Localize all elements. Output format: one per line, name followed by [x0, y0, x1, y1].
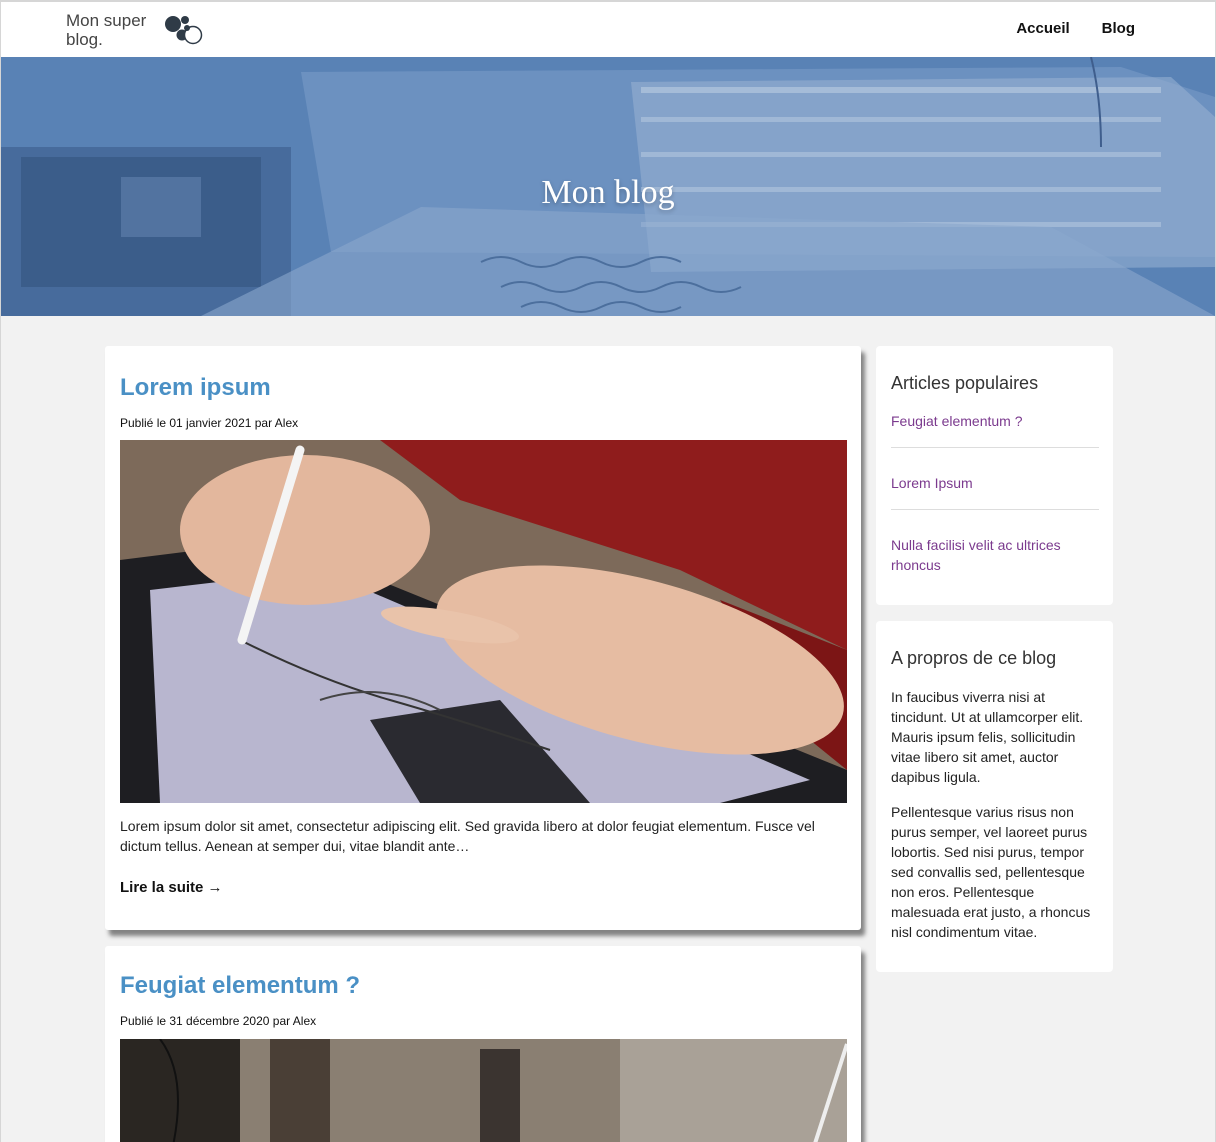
post-title[interactable]: Lorem ipsum [120, 374, 298, 402]
post-image[interactable] [120, 440, 847, 803]
popular-article-link[interactable]: Nulla facilisi velit ac ultrices rhoncus [891, 535, 1099, 575]
browser-page: Mon super blog. Accueil Blog Mon blog Lo… [0, 0, 1216, 1142]
about-widget: A propros de ce blog In faucibus viverra… [876, 621, 1113, 972]
post-meta: Publié le 01 janvier 2021 par Alex [120, 416, 299, 430]
nav-link-accueil[interactable]: Accueil [1016, 20, 1069, 37]
post-excerpt: Lorem ipsum dolor sit amet, consectetur … [120, 818, 815, 854]
about-paragraph: Pellentesque varius risus non purus semp… [891, 804, 1091, 940]
post-card: Feugiat elementum ? Publié le 31 décembr… [105, 946, 861, 1142]
site-logo[interactable]: Mon super blog. [66, 10, 210, 50]
post-meta: Publié le 31 décembre 2020 par Alex [120, 1014, 317, 1028]
divider [891, 447, 1099, 448]
main-nav: Accueil Blog [1016, 20, 1135, 37]
nav-link-blog[interactable]: Blog [1102, 20, 1135, 37]
read-more-link[interactable]: Lire la suite → [120, 879, 223, 896]
popular-article-link[interactable]: Feugiat elementum ? [891, 411, 1099, 431]
popular-articles-widget: Articles populaires Feugiat elementum ? … [876, 346, 1113, 605]
post-title[interactable]: Feugiat elementum ? [120, 972, 360, 1000]
bubbles-logo-icon [165, 16, 203, 45]
about-paragraph: In faucibus viverra nisi at tincidunt. U… [891, 689, 1084, 785]
logo-text: Mon super blog. [66, 11, 147, 49]
hero-title: Mon blog [541, 174, 675, 211]
site-header: Mon super blog. Accueil Blog [1, 2, 1215, 57]
divider [891, 509, 1099, 510]
hero-banner: Mon blog [1, 57, 1215, 316]
widget-title: Articles populaires [891, 373, 1039, 393]
widget-title: A propros de ce blog [891, 648, 1057, 668]
popular-article-link[interactable]: Lorem Ipsum [891, 473, 1099, 493]
post-card: Lorem ipsum Publié le 01 janvier 2021 pa… [105, 346, 861, 930]
post-image[interactable] [120, 1039, 847, 1142]
